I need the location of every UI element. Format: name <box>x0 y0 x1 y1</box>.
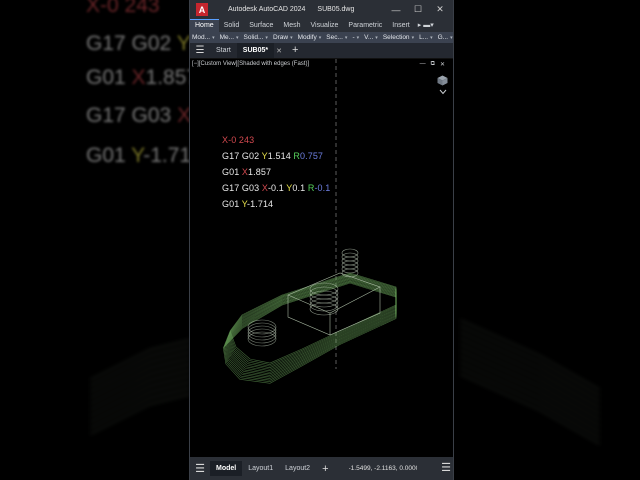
ribbon-panel[interactable]: Draw <box>271 34 290 41</box>
chevron-down-icon[interactable]: ▾ <box>375 35 378 41</box>
gcode-line: G01 X1.857 <box>222 167 271 177</box>
gcode-line: X-0 243 <box>222 135 254 145</box>
drawing-viewport[interactable]: [−][Custom View][Shaded with edges (Fast… <box>190 59 453 457</box>
menu-icon[interactable]: ☰ <box>190 43 210 58</box>
ribbon-overflow-button[interactable]: ▸ ▬▾ <box>415 20 437 32</box>
gcode-line: G01 Y-1.714 <box>222 199 273 209</box>
add-layout-button[interactable]: + <box>316 463 334 475</box>
gcode-token: -0.1 <box>267 183 287 193</box>
chevron-down-icon[interactable]: ▾ <box>265 35 268 41</box>
ribbon-tab-parametric[interactable]: Parametric <box>343 20 387 32</box>
backdrop-contour-line <box>459 331 601 403</box>
ribbon-panel[interactable]: V... <box>362 34 375 41</box>
ribbon-panel[interactable]: Modify <box>296 34 319 41</box>
file-tab-start[interactable]: Start <box>210 43 237 58</box>
backdrop-contour-line <box>459 319 601 391</box>
app-title: Autodesk AutoCAD 2024 <box>228 6 306 13</box>
chevron-down-icon[interactable]: ▾ <box>290 35 293 41</box>
gcode-token: -1.714 <box>247 199 274 209</box>
file-tab-sub05[interactable]: SUB05* <box>236 43 275 58</box>
document-title: SUB05.dwg <box>317 6 355 13</box>
minimize-button[interactable]: — <box>385 0 407 19</box>
layout-tab-model[interactable]: Model <box>210 461 243 476</box>
chevron-down-icon[interactable]: ▾ <box>450 35 453 41</box>
ribbon-tab-surface[interactable]: Surface <box>244 20 278 32</box>
gcode-token: G17 G03 <box>222 183 262 193</box>
ribbon-tab-mesh[interactable]: Mesh <box>278 20 305 32</box>
ribbon-panel[interactable]: Selection <box>381 34 412 41</box>
menu-icon[interactable]: ☰ <box>190 462 210 475</box>
ribbon-panel[interactable]: G... <box>436 34 450 41</box>
backdrop-contour-line <box>459 355 601 427</box>
add-tab-button[interactable]: + <box>286 43 304 58</box>
ribbon-panel[interactable]: Me... <box>218 34 236 41</box>
coordinate-readout: -1.5499, -2.1163, 0.0000 <box>348 465 417 472</box>
ribbon-tab-insert[interactable]: Insert <box>387 20 415 32</box>
backdrop-contour-line <box>459 325 601 397</box>
ribbon-tab-solid[interactable]: Solid <box>219 20 245 32</box>
file-tab-bar: ☰ Start SUB05* ✕ + <box>190 43 453 59</box>
model-hole-ring <box>247 322 277 338</box>
gcode-token: 1.857 <box>248 167 272 177</box>
close-icon[interactable]: ✕ <box>272 47 286 55</box>
gcode-token: G01 <box>222 199 242 209</box>
gcode-token: 0.757 <box>300 151 324 161</box>
chevron-down-icon[interactable]: ▾ <box>236 35 239 41</box>
chevron-down-icon[interactable]: ▾ <box>212 35 215 41</box>
ribbon-panel[interactable]: L... <box>417 34 430 41</box>
title-bar: A Autodesk AutoCAD 2024 SUB05.dwg — ☐ ✕ <box>190 0 453 19</box>
gcode-line: G17 G02 Y1.514 R0.757 <box>222 151 323 161</box>
layout-tab-layout1[interactable]: Layout1 <box>242 461 279 476</box>
chevron-down-icon[interactable]: ▾ <box>412 35 415 41</box>
model-hole-ring <box>247 325 277 341</box>
gcode-token: G01 <box>222 167 242 177</box>
ribbon-tab-visualize[interactable]: Visualize <box>306 20 344 32</box>
chevron-down-icon[interactable]: ▾ <box>319 35 322 41</box>
status-bar: ☰ Model Layout1 Layout2 + -1.5499, -2.1163, … <box>190 457 453 480</box>
backdrop-contour-line <box>459 343 601 415</box>
maximize-button[interactable]: ☐ <box>407 0 429 19</box>
backdrop-contour-line <box>459 349 601 421</box>
ribbon-panel[interactable]: Mod... <box>190 34 212 41</box>
ribbon-tab-home[interactable]: Home <box>190 19 219 32</box>
ribbon-panel[interactable]: Solid... <box>242 34 266 41</box>
backdrop-contour-line <box>459 361 601 433</box>
gcode-token: 0.1 <box>292 183 308 193</box>
close-button[interactable]: ✕ <box>429 0 451 19</box>
chevron-down-icon[interactable]: ▾ <box>345 35 348 41</box>
3d-model-wireframe <box>222 59 397 384</box>
customization-menu-icon[interactable]: ☰ <box>441 461 451 474</box>
gcode-token: -0.1 <box>314 183 331 193</box>
backdrop-contour-line <box>459 337 601 409</box>
layout-tab-layout2[interactable]: Layout2 <box>279 461 316 476</box>
autocad-window: A Autodesk AutoCAD 2024 SUB05.dwg — ☐ ✕ … <box>189 0 454 480</box>
gcode-token: G17 G02 <box>222 151 262 161</box>
gcode-line: G17 G03 X-0.1 Y0.1 R-0.1 <box>222 183 330 193</box>
chevron-down-icon[interactable]: ▾ <box>357 35 360 41</box>
ribbon-panel[interactable]: Sec... <box>324 34 345 41</box>
gcode-token: 1.514 <box>267 151 294 161</box>
window-controls: — ☐ ✕ <box>385 0 451 19</box>
chevron-down-icon[interactable]: ▾ <box>430 35 433 41</box>
ribbon-tab-bar: Home Solid Surface Mesh Visualize Parametric I… <box>190 19 453 32</box>
gcode-token: -0 243 <box>228 135 255 145</box>
ribbon-panel-bar: Mod... ▾ Me... ▾ Solid... ▾ Draw ▾ Modify ▾ Sec...… <box>190 32 453 43</box>
model-hole-ring <box>247 328 277 344</box>
autocad-logo-icon[interactable]: A <box>196 3 208 16</box>
